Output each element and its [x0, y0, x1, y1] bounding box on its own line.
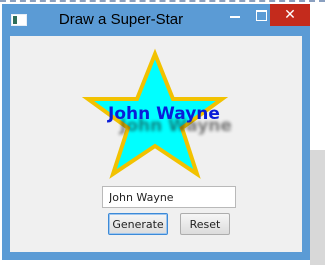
close-button[interactable]: ✕: [270, 4, 310, 26]
page-top-border: [0, 0, 325, 2]
background-strip: [310, 150, 325, 265]
reset-button[interactable]: Reset: [180, 213, 230, 235]
star-label: John Wayne: [108, 104, 220, 124]
maximize-icon: [255, 9, 267, 21]
title-bar[interactable]: Draw a Super-Star ✕: [2, 4, 310, 36]
name-input[interactable]: [102, 186, 236, 208]
star-canvas: John Wayne John Wayne: [10, 36, 302, 186]
window-content: John Wayne John Wayne Generate Reset: [10, 36, 302, 252]
minimize-button[interactable]: [222, 4, 248, 26]
generate-button[interactable]: Generate: [108, 213, 168, 235]
close-icon: ✕: [284, 7, 296, 23]
minimize-icon: [230, 16, 240, 18]
app-window: Draw a Super-Star ✕ John Wayne John Wayn…: [2, 4, 310, 260]
